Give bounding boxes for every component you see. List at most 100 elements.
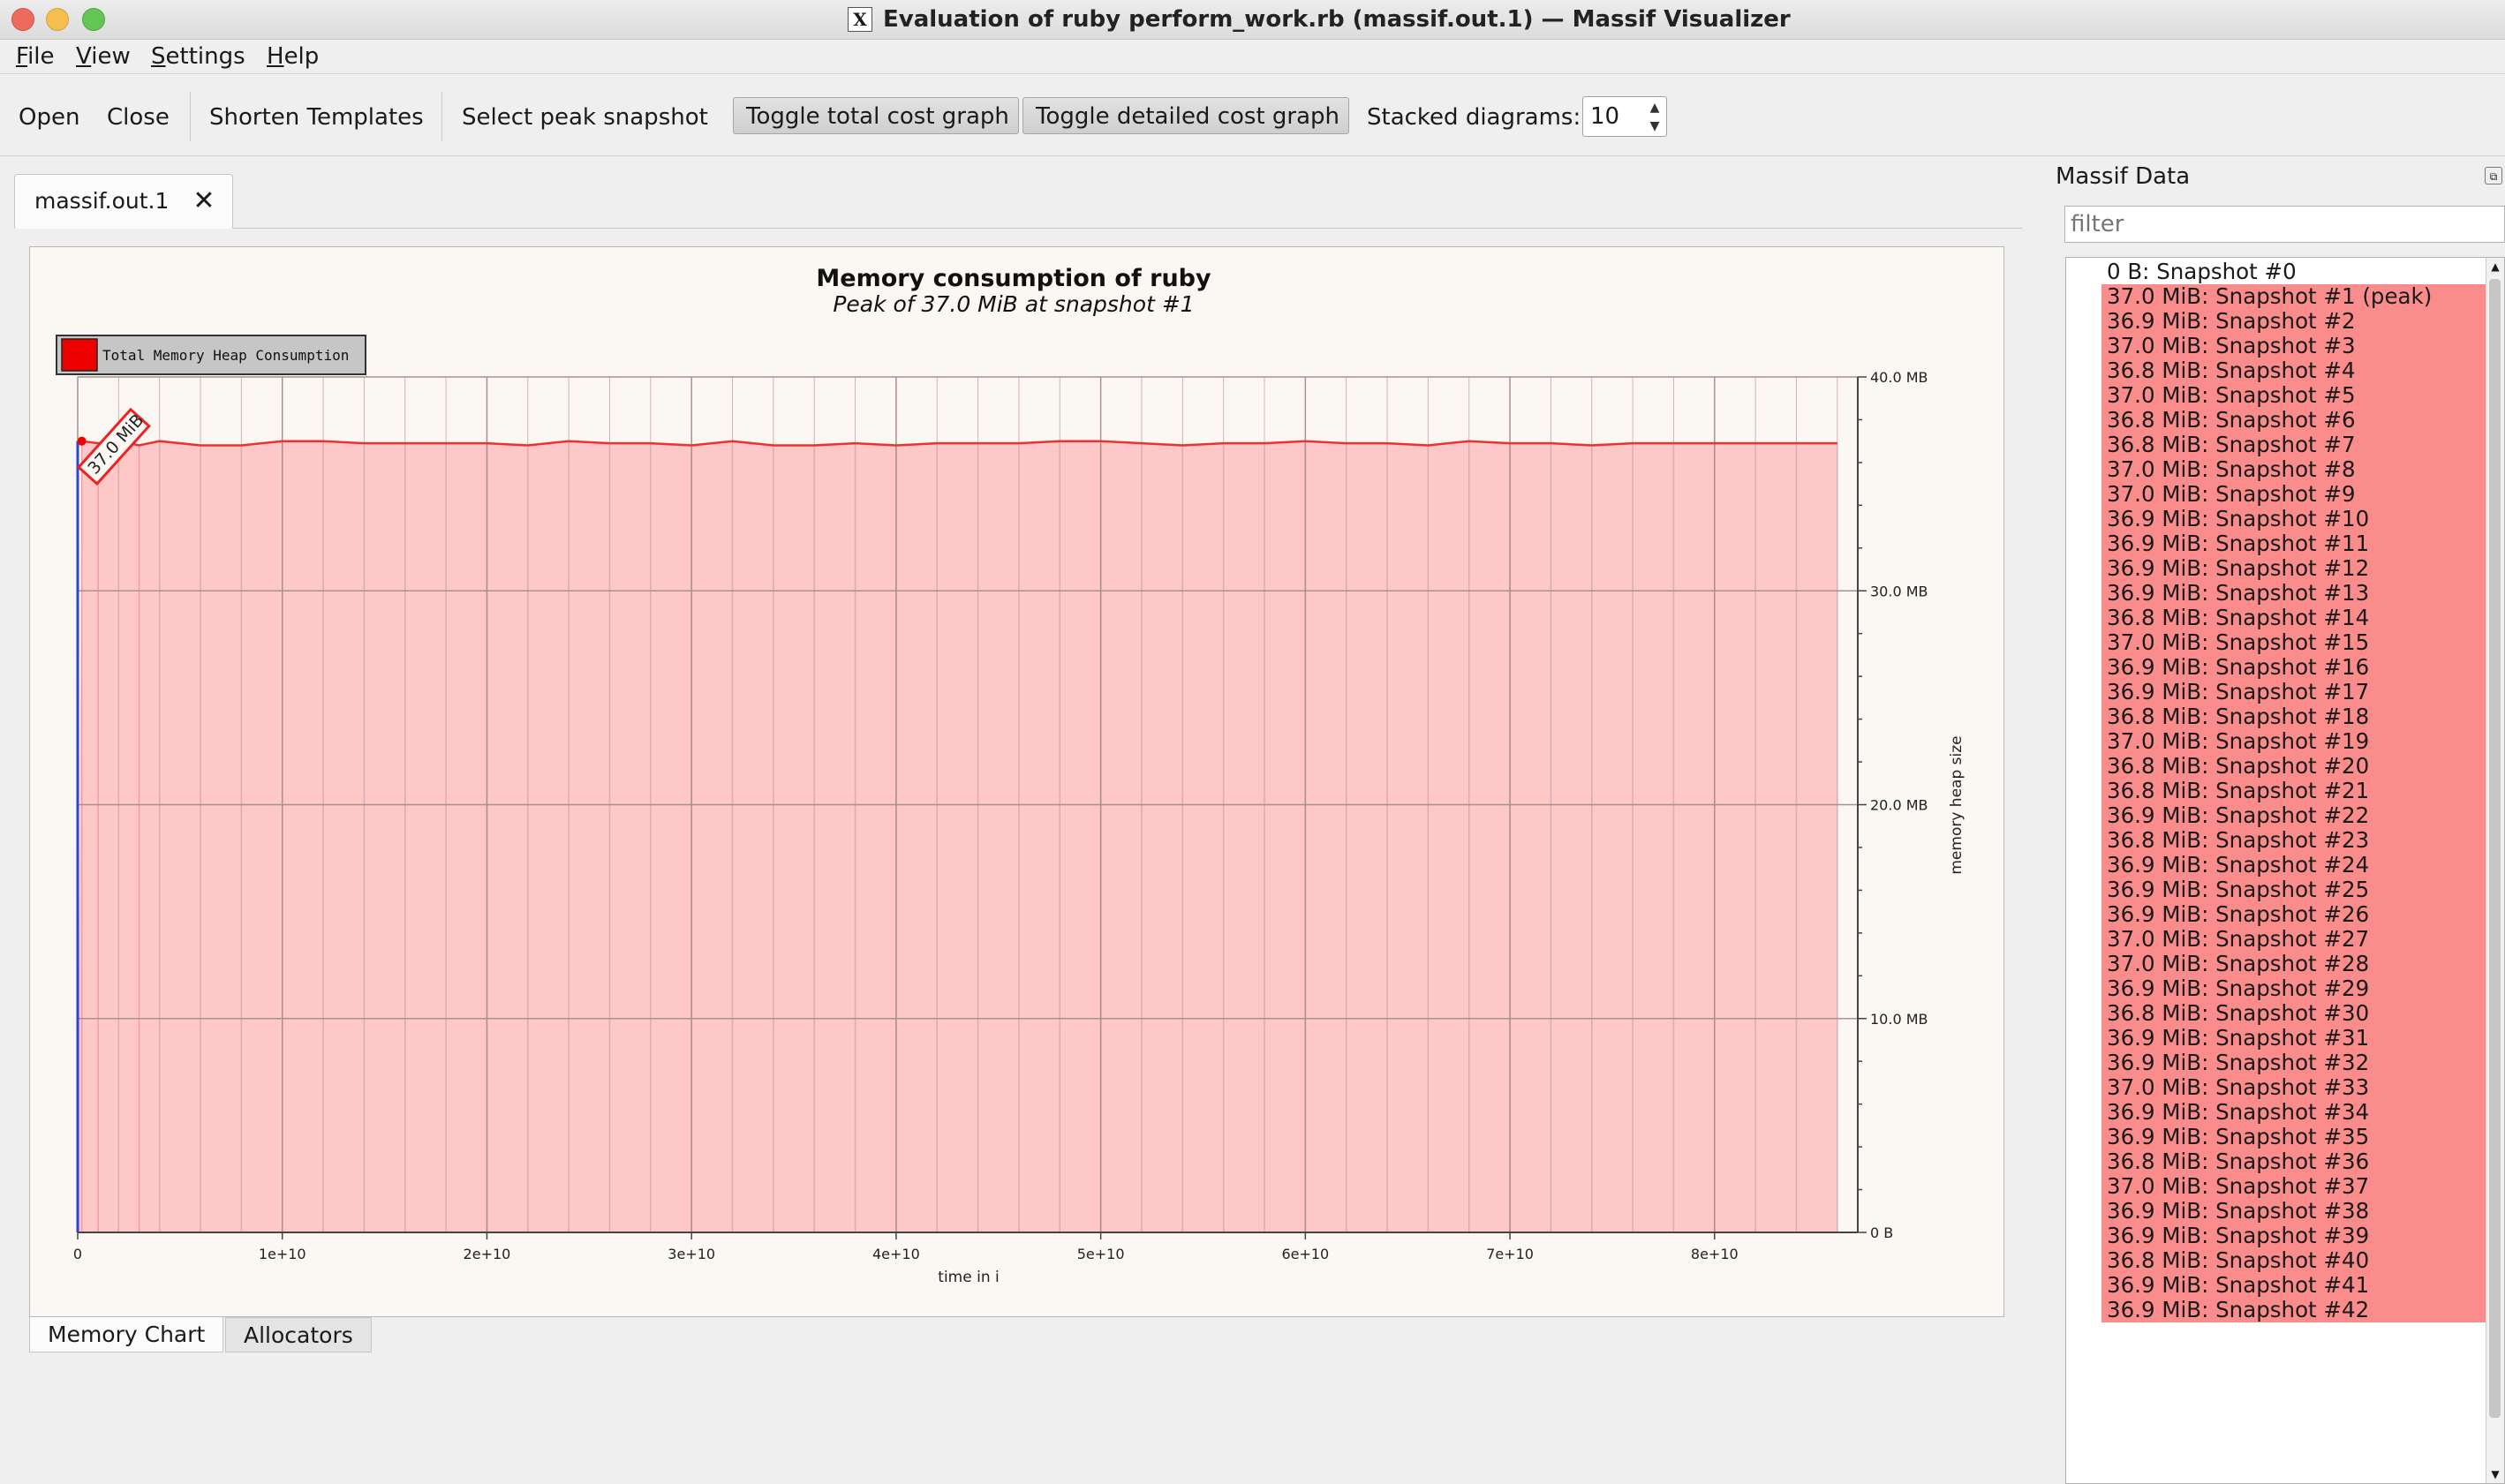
snapshot-list-item[interactable]: 36.9 MiB: Snapshot #22 (2101, 803, 2488, 828)
x-tick-label: 6e+10 (1281, 1246, 1329, 1262)
snapshot-list-item[interactable]: 37.0 MiB: Snapshot #15 (2101, 630, 2488, 655)
snapshot-list-item[interactable]: 36.9 MiB: Snapshot #38 (2101, 1199, 2488, 1224)
scroll-up-icon[interactable]: ▲ (2486, 258, 2504, 275)
tab-massif-out-1[interactable]: massif.out.1 ✕ (14, 174, 233, 229)
scrollbar-thumb[interactable] (2489, 279, 2501, 1418)
y-axis-label: memory heap size (1948, 735, 1966, 874)
snapshot-list-item[interactable]: 36.8 MiB: Snapshot #40 (2101, 1248, 2488, 1273)
toggle-total-cost-graph-button[interactable]: Toggle total cost graph (733, 97, 1019, 134)
snapshot-list-item[interactable]: 36.8 MiB: Snapshot #20 (2101, 754, 2488, 779)
snapshot-list-item[interactable]: 36.9 MiB: Snapshot #25 (2101, 878, 2488, 902)
y-tick-label: 40.0 MB (1870, 369, 1928, 386)
toolbar-separator (190, 92, 191, 141)
snapshot-list-item[interactable]: 36.8 MiB: Snapshot #21 (2101, 779, 2488, 803)
tab-memory-chart[interactable]: Memory Chart (29, 1317, 224, 1352)
minimize-window-button[interactable] (46, 8, 69, 31)
shorten-templates-button[interactable]: Shorten Templates (209, 99, 424, 136)
snapshot-list-item[interactable]: 36.8 MiB: Snapshot #14 (2101, 606, 2488, 630)
snapshot-list-item[interactable]: 37.0 MiB: Snapshot #33 (2101, 1075, 2488, 1100)
snapshot-list-item[interactable]: 0 B: Snapshot #0 (2101, 260, 2488, 284)
snapshot-list-item[interactable]: 37.0 MiB: Snapshot #27 (2101, 927, 2488, 952)
snapshot-list-item[interactable]: 36.9 MiB: Snapshot #2 (2101, 309, 2488, 334)
x-axis-label: time in i (938, 1269, 999, 1286)
memory-chart-panel[interactable]: Memory consumption of ruby Peak of 37.0 M… (29, 246, 2004, 1317)
snapshot-list-item[interactable]: 37.0 MiB: Snapshot #19 (2101, 729, 2488, 754)
stacked-diagrams-spinbox[interactable]: 10 ▲ ▼ (1582, 96, 1667, 137)
menu-file-label: ile (27, 43, 55, 70)
snapshot-list-item[interactable]: 36.8 MiB: Snapshot #18 (2101, 704, 2488, 729)
snapshot-list-item[interactable]: 36.9 MiB: Snapshot #34 (2101, 1100, 2488, 1125)
select-peak-snapshot-button[interactable]: Select peak snapshot (462, 99, 708, 136)
snapshot-list-item[interactable]: 36.9 MiB: Snapshot #12 (2101, 556, 2488, 581)
document-tab-bar: massif.out.1 ✕ (0, 156, 2022, 229)
snapshot-list-item[interactable]: 36.9 MiB: Snapshot #26 (2101, 902, 2488, 927)
chart-title: Memory consumption of ruby (816, 265, 1211, 292)
snapshot-list-item[interactable]: 36.8 MiB: Snapshot #23 (2101, 828, 2488, 853)
snapshot-list-item[interactable]: 36.9 MiB: Snapshot #29 (2101, 976, 2488, 1001)
y-tick-label: 30.0 MB (1870, 583, 1928, 599)
menu-bar: File View Settings Help (0, 40, 2505, 74)
snapshot-list-item[interactable]: 36.9 MiB: Snapshot #41 (2101, 1273, 2488, 1298)
scroll-down-icon[interactable]: ▼ (2486, 1465, 2504, 1483)
snapshot-list-item[interactable]: 36.9 MiB: Snapshot #17 (2101, 680, 2488, 704)
stacked-diagrams-value[interactable]: 10 (1590, 97, 1619, 136)
menu-file-mnemonic: F (16, 43, 28, 70)
title-wrap: X Evaluation of ruby perform_work.rb (ma… (848, 6, 1791, 33)
legend-label: Total Memory Heap Consumption (102, 347, 349, 364)
snapshot-list-item[interactable]: 37.0 MiB: Snapshot #3 (2101, 334, 2488, 358)
snapshot-list-item[interactable]: 36.9 MiB: Snapshot #16 (2101, 655, 2488, 680)
snapshot-list-item[interactable]: 36.8 MiB: Snapshot #30 (2101, 1001, 2488, 1026)
menu-view-label: iew (91, 43, 131, 70)
float-dock-icon[interactable]: ⧉ (2485, 167, 2502, 185)
snapshot-list-item[interactable]: 37.0 MiB: Snapshot #1 (peak) (2101, 284, 2488, 309)
x11-icon: X (848, 7, 872, 32)
tab-bar-divider (233, 228, 2022, 229)
snapshot-list-item[interactable]: 36.9 MiB: Snapshot #13 (2101, 581, 2488, 606)
title-bar: X Evaluation of ruby perform_work.rb (ma… (0, 0, 2505, 40)
x-tick-label: 0 (73, 1246, 82, 1262)
y-tick-label: 0 B (1870, 1224, 1893, 1241)
snapshot-list-item[interactable]: 37.0 MiB: Snapshot #8 (2101, 457, 2488, 482)
snapshot-list-item[interactable]: 36.8 MiB: Snapshot #6 (2101, 408, 2488, 433)
maximize-window-button[interactable] (82, 8, 105, 31)
snapshot-list-item[interactable]: 36.9 MiB: Snapshot #42 (2101, 1298, 2488, 1322)
y-tick-label: 20.0 MB (1870, 797, 1928, 814)
snapshot-list-item[interactable]: 37.0 MiB: Snapshot #9 (2101, 482, 2488, 507)
snapshot-list-item[interactable]: 36.9 MiB: Snapshot #32 (2101, 1051, 2488, 1075)
snapshot-list-item[interactable]: 36.9 MiB: Snapshot #24 (2101, 853, 2488, 878)
snapshot-list-item[interactable]: 37.0 MiB: Snapshot #28 (2101, 952, 2488, 976)
snapshot-list[interactable]: 0 B: Snapshot #0 37.0 MiB: Snapshot #1 (p… (2065, 257, 2505, 1484)
spin-up-icon[interactable]: ▲ (1647, 100, 1663, 116)
snapshot-list-item[interactable]: 36.8 MiB: Snapshot #4 (2101, 358, 2488, 383)
close-button[interactable]: Close (107, 99, 170, 136)
snapshot-list-item[interactable]: 36.9 MiB: Snapshot #39 (2101, 1224, 2488, 1248)
x-tick-label: 1e+10 (259, 1246, 306, 1262)
snapshot-list-item[interactable]: 37.0 MiB: Snapshot #37 (2101, 1174, 2488, 1199)
menu-help[interactable]: Help (267, 40, 319, 73)
close-icon[interactable]: ✕ (190, 187, 218, 215)
menu-settings-mnemonic: S (151, 43, 166, 70)
toggle-detailed-cost-graph-button[interactable]: Toggle detailed cost graph (1022, 97, 1349, 134)
tab-allocators[interactable]: Allocators (225, 1317, 372, 1352)
filter-input[interactable] (2064, 206, 2505, 243)
stacked-diagrams-label: Stacked diagrams: (1367, 104, 1581, 131)
close-window-button[interactable] (11, 8, 34, 31)
snapshot-list-item[interactable]: 36.8 MiB: Snapshot #36 (2101, 1149, 2488, 1174)
snapshot-list-item[interactable]: 36.8 MiB: Snapshot #7 (2101, 433, 2488, 457)
snapshot-list-item[interactable]: 36.9 MiB: Snapshot #31 (2101, 1026, 2488, 1051)
snapshot-list-scrollbar[interactable]: ▲ ▼ (2486, 258, 2504, 1483)
memory-chart[interactable]: Memory consumption of rubyPeak of 37.0 M… (30, 247, 2003, 1316)
menu-help-label: elp (283, 43, 320, 70)
x-tick-label: 8e+10 (1691, 1246, 1739, 1262)
snapshot-list-item[interactable]: 37.0 MiB: Snapshot #5 (2101, 383, 2488, 408)
menu-settings[interactable]: Settings (151, 40, 245, 73)
snapshot-list-item[interactable]: 36.9 MiB: Snapshot #10 (2101, 507, 2488, 531)
open-button[interactable]: Open (19, 99, 79, 136)
legend-swatch (61, 338, 98, 372)
menu-file[interactable]: File (16, 40, 55, 73)
snapshot-list-item[interactable]: 36.9 MiB: Snapshot #11 (2101, 531, 2488, 556)
chart-subtitle: Peak of 37.0 MiB at snapshot #1 (833, 291, 1194, 317)
spin-down-icon[interactable]: ▼ (1647, 118, 1663, 134)
snapshot-list-item[interactable]: 36.9 MiB: Snapshot #35 (2101, 1125, 2488, 1149)
menu-view[interactable]: View (76, 40, 131, 73)
